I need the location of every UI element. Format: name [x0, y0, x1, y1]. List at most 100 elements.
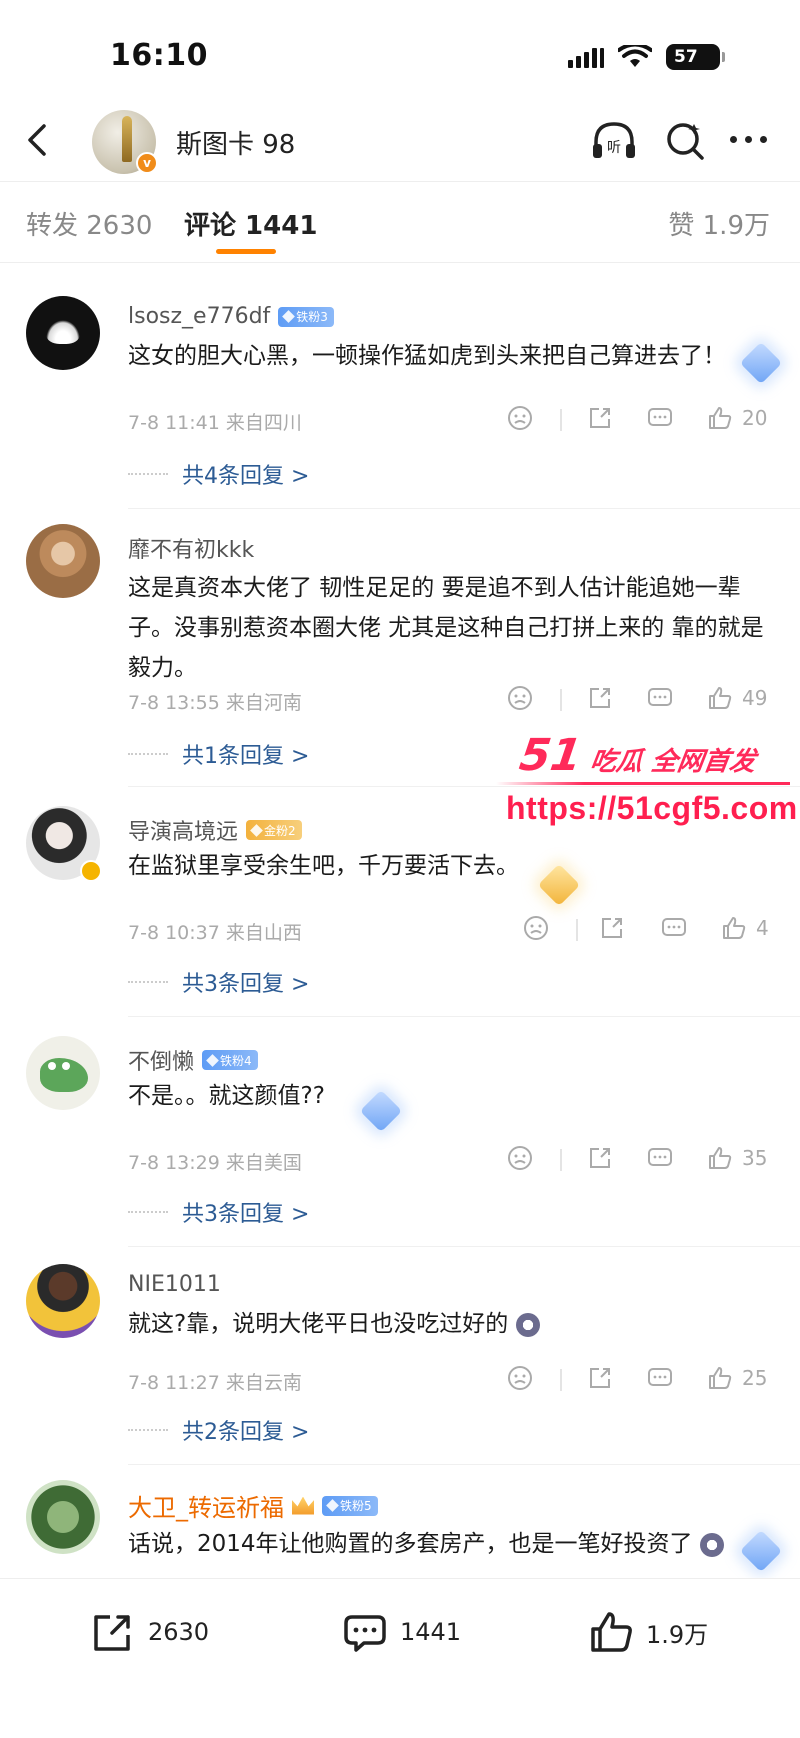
reply-button[interactable]	[646, 684, 674, 712]
gem-icon	[250, 823, 263, 837]
divider	[576, 919, 578, 941]
comment-author-name: 大卫_转运祈福	[128, 1494, 284, 1522]
tab-like[interactable]: 赞 1.9万	[668, 205, 770, 242]
thumbs-up-icon	[709, 407, 732, 429]
share-button[interactable]	[586, 1144, 614, 1172]
thumbs-up-icon	[709, 1367, 732, 1389]
comment-item: NIE1011 就这?靠，说明大佬平日也没吃过好的 7-8 11:27 来自云南…	[0, 1264, 800, 1474]
comment-actions: 4	[0, 914, 800, 948]
avatar[interactable]	[26, 1036, 100, 1110]
active-tab-indicator	[216, 249, 276, 254]
comment-author[interactable]: NIE1011	[128, 1272, 221, 1297]
verified-badge-icon: v	[136, 152, 158, 174]
fan-badge: 铁粉5	[322, 1495, 378, 1516]
comment-author[interactable]: 靡不有初kkk	[128, 532, 254, 564]
like-button[interactable]: 4	[720, 914, 769, 942]
like-button[interactable]: 20	[706, 404, 767, 432]
search-icon[interactable]	[664, 118, 706, 162]
dislike-button[interactable]	[506, 404, 534, 432]
divider	[128, 508, 800, 509]
watermark-underline	[496, 782, 790, 785]
comment-text: 这女的胆大心黑，一顿操作猛如虎到头来把自己算进去了！	[128, 343, 726, 369]
divider	[128, 1464, 800, 1465]
header-username[interactable]: 斯图卡 98	[176, 124, 295, 161]
comment-icon	[648, 688, 672, 706]
view-replies-link[interactable]: 共4条回复 >	[128, 458, 309, 490]
like-count: 35	[742, 1146, 768, 1170]
watermark-slogan: 吃瓜 全网首发	[588, 747, 758, 777]
frown-icon	[508, 406, 532, 430]
comment-count: 1441	[400, 1618, 462, 1646]
wifi-icon	[618, 45, 652, 67]
share-icon	[590, 1368, 610, 1388]
view-replies-label: 共3条回复 >	[182, 972, 310, 997]
reply-button[interactable]	[646, 404, 674, 432]
verified-badge-icon	[80, 860, 102, 882]
avatar[interactable]	[26, 1480, 100, 1554]
comment-item: 大卫_转运祈福 铁粉5 话说，2014年让他购置的多套房产，也是一笔好投资了	[0, 1480, 800, 1578]
comment-author-name: 导演高境远	[128, 820, 239, 845]
comment-actions: 20	[0, 404, 800, 438]
like-count: 20	[742, 406, 768, 430]
comment-text: 话说，2014年让他购置的多套房产，也是一笔好投资了	[128, 1524, 768, 1564]
comment-author[interactable]: 导演高境远 金粉2	[128, 814, 302, 846]
comment-author[interactable]: 不倒懒 铁粉4	[128, 1044, 258, 1076]
avatar[interactable]	[26, 524, 100, 598]
gem-icon	[282, 310, 296, 323]
share-icon	[590, 408, 610, 428]
like-button[interactable]: 25	[706, 1364, 767, 1392]
avatar[interactable]	[26, 1264, 100, 1338]
tab-comment[interactable]: 评论 1441	[184, 205, 317, 242]
battery-indicator: 57	[666, 44, 725, 70]
share-button[interactable]	[586, 1364, 614, 1392]
reply-button[interactable]	[646, 1364, 674, 1392]
divider	[128, 1246, 800, 1247]
watermark-url: https://51cgf5.com	[506, 790, 798, 826]
back-icon[interactable]	[20, 120, 56, 160]
comment-text: 在监狱里享受余生吧，千万要活下去。	[128, 853, 519, 879]
like-button[interactable]: 1.9万	[588, 1609, 708, 1655]
repost-count: 2630	[148, 1618, 210, 1646]
emoji-icon	[515, 1312, 540, 1337]
share-button[interactable]	[586, 404, 614, 432]
like-button[interactable]: 35	[706, 1144, 767, 1172]
view-replies-link[interactable]: 共2条回复 >	[128, 1414, 309, 1446]
dislike-button[interactable]	[506, 1364, 534, 1392]
thumbs-up-icon	[591, 1612, 632, 1652]
headphones-icon[interactable]: 听	[590, 118, 638, 162]
fan-badge: 金粉2	[246, 820, 302, 840]
comment-author[interactable]: 大卫_转运祈福 铁粉5	[128, 1488, 378, 1523]
dislike-button[interactable]	[522, 914, 550, 942]
comment-text-body: 话说，2014年让他购置的多套房产，也是一笔好投资了	[128, 1531, 693, 1557]
thumbs-up-icon	[723, 917, 746, 939]
dislike-button[interactable]	[506, 1144, 534, 1172]
gem-icon	[206, 1053, 219, 1067]
reply-button[interactable]	[660, 914, 688, 942]
view-replies-link[interactable]: 共3条回复 >	[128, 966, 309, 998]
like-button[interactable]: 49	[706, 684, 767, 712]
avatar[interactable]	[26, 296, 100, 370]
comment-icon	[662, 918, 686, 936]
dots-divider	[128, 473, 168, 475]
comment-author-name: 靡不有初kkk	[128, 538, 255, 563]
comment-actions: 25	[0, 1364, 800, 1398]
tab-repost[interactable]: 转发 2630	[26, 205, 152, 242]
view-replies-link[interactable]: 共1条回复 >	[128, 738, 309, 770]
watermark-brand: 51 吃瓜 全网首发	[516, 730, 759, 781]
repost-button[interactable]: 2630	[90, 1609, 209, 1655]
like-count: 1.9万	[646, 1620, 709, 1649]
dislike-button[interactable]	[506, 684, 534, 712]
view-replies-label: 共4条回复 >	[182, 464, 310, 489]
share-button[interactable]	[598, 914, 626, 942]
share-button[interactable]	[586, 684, 614, 712]
reply-button[interactable]	[646, 1144, 674, 1172]
fan-badge-label: 金粉2	[264, 823, 296, 838]
comment-author[interactable]: lsosz_e776df 铁粉3	[128, 304, 334, 329]
comment-button[interactable]: 1441	[342, 1609, 461, 1655]
comment-icon	[648, 1148, 672, 1166]
comment-text: 这是真资本大佬了 韧性足足的 要是追不到人估计能追她一辈子。没事别惹资本圈大佬 …	[128, 575, 764, 681]
view-replies-link[interactable]: 共3条回复 >	[128, 1196, 309, 1228]
frown-icon	[508, 1366, 532, 1390]
dots-divider	[128, 981, 168, 983]
more-icon[interactable]	[730, 136, 767, 143]
